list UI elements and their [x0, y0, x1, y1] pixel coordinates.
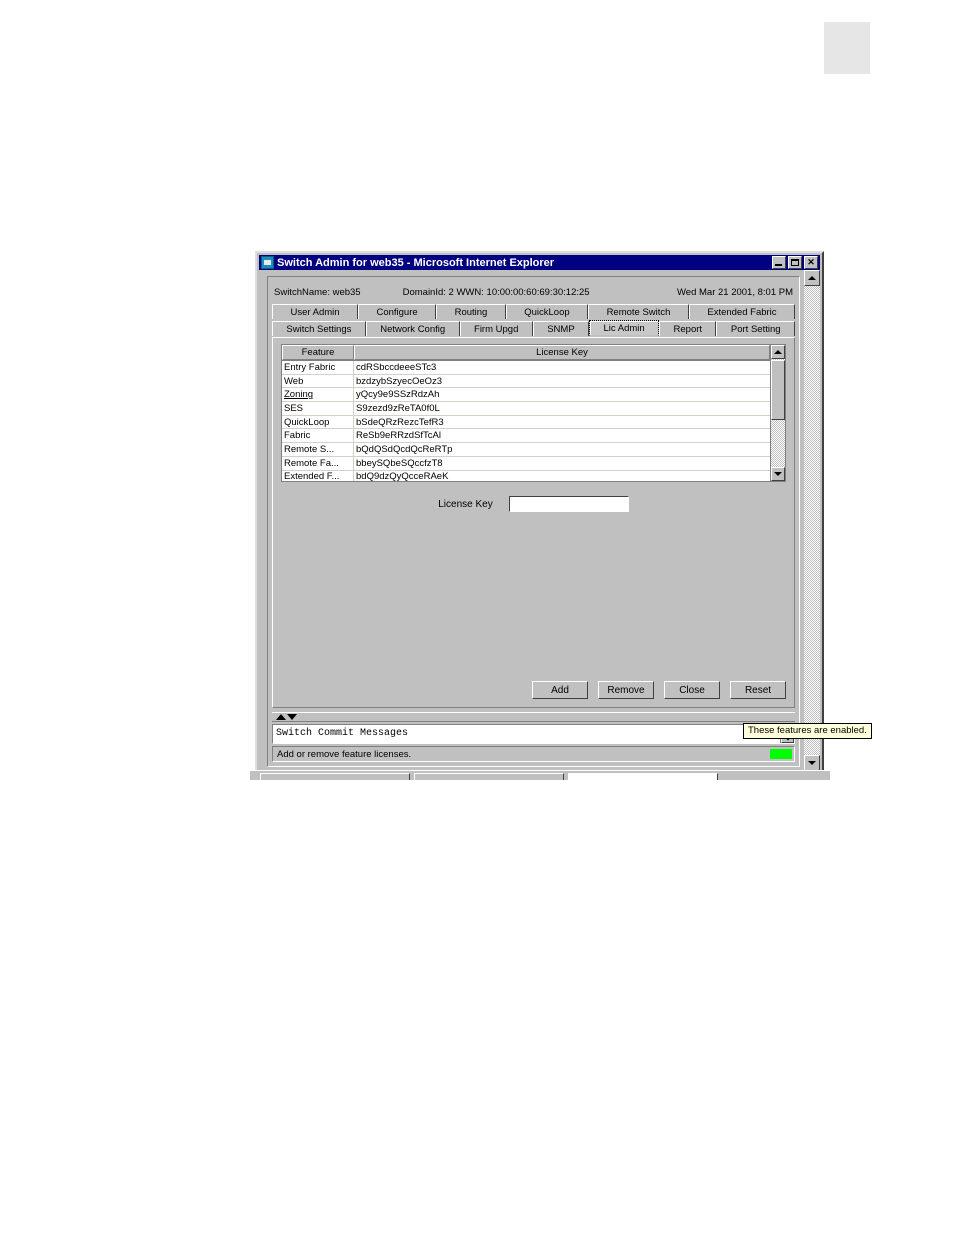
close-icon[interactable]: ✕ — [804, 256, 818, 269]
action-buttons: Add Remove Close Reset — [532, 681, 786, 699]
license-table-scrollbar[interactable] — [770, 345, 785, 481]
table-row[interactable]: Extended F... bdQ9dzQyQcceRAeK — [282, 470, 770, 481]
tab-port-setting[interactable]: Port Setting — [716, 321, 795, 336]
table-row[interactable]: Zoning yQcy9e9SSzRdzAh — [282, 388, 770, 403]
cell-license-key: S9zezd9zReTA0f0L — [356, 402, 440, 414]
switch-admin-applet: SwitchName: web35 DomainId: 2 WWN: 10:00… — [267, 276, 800, 767]
cell-license-key: ReSb9eRRzdSfTcAl — [356, 430, 442, 442]
tab-lic-admin[interactable]: Lic Admin — [589, 320, 660, 336]
datetime-label: Wed Mar 21 2001, 8:01 PM — [677, 286, 793, 298]
table-row[interactable]: Remote S... bQdQSdQcdQcReRTp — [282, 443, 770, 457]
table-scroll-up-icon[interactable] — [771, 345, 785, 359]
table-row[interactable]: Remote Fa... bbeySQbeSQccfzT8 — [282, 456, 770, 471]
tab-routing[interactable]: Routing — [436, 304, 506, 319]
table-row[interactable]: Entry Fabric cdRSbccdeeeSTc3 — [282, 361, 770, 375]
license-rows: Entry Fabric cdRSbccdeeeSTc3 Web bzdzybSzye… — [282, 361, 770, 481]
window-controls: ✕ — [772, 256, 819, 269]
cell-feature: Extended F... — [282, 470, 354, 481]
cell-license-key: bbeySQbeSQccfzT8 — [356, 457, 443, 469]
cell-license-key: bSdeQRzRezcTefR3 — [356, 416, 444, 428]
tab-row-2: Switch Settings Network Config Firm Upgd… — [272, 320, 795, 336]
column-header-license-key[interactable]: License Key — [354, 345, 770, 360]
tab-row-1: User Admin Configure Routing QuickLoop R… — [272, 303, 795, 319]
license-table-body: Feature License Key Entry Fabric cdRSbccd… — [282, 345, 770, 481]
cell-license-key: yQcy9e9SSzRdzAh — [356, 389, 440, 401]
tab-extended-fabric[interactable]: Extended Fabric — [688, 304, 795, 319]
cell-feature: Remote Fa... — [282, 456, 354, 470]
cell-feature: Remote S... — [282, 443, 354, 456]
tab-firm-upgd[interactable]: Firm Upgd — [459, 321, 533, 336]
tab-bar: User Admin Configure Routing QuickLoop R… — [272, 303, 795, 337]
license-key-label: License Key — [438, 498, 493, 510]
status-bar: Add or remove feature licenses. — [272, 746, 795, 762]
license-table: Feature License Key Entry Fabric cdRSbccd… — [281, 344, 786, 482]
switch-name-label: SwitchName: web35 — [274, 286, 361, 298]
cell-feature: Entry Fabric — [282, 361, 354, 374]
minimize-button[interactable] — [772, 256, 786, 269]
cell-feature: SES — [282, 402, 354, 415]
cell-license-key: cdRSbccdeeeSTc3 — [356, 361, 437, 373]
browser-client-area: SwitchName: web35 DomainId: 2 WWN: 10:00… — [259, 270, 820, 771]
tab-switch-settings[interactable]: Switch Settings — [272, 321, 366, 336]
cell-license-key: bQdQSdQcdQcReRTp — [356, 443, 453, 455]
taskbar-item[interactable] — [414, 773, 564, 780]
maximize-button[interactable] — [788, 256, 802, 269]
lic-admin-panel: Feature License Key Entry Fabric cdRSbccd… — [272, 337, 795, 708]
internet-explorer-icon — [261, 256, 274, 269]
column-header-feature[interactable]: Feature — [282, 345, 354, 360]
tab-remote-switch[interactable]: Remote Switch — [588, 304, 689, 319]
tab-report[interactable]: Report — [659, 321, 717, 336]
browser-window: Switch Admin for web35 - Microsoft Inter… — [255, 251, 872, 775]
license-key-input[interactable] — [508, 496, 629, 512]
page-scroll-down-icon[interactable] — [804, 755, 820, 771]
close-button[interactable]: Close — [664, 681, 720, 699]
page-marker — [824, 22, 870, 74]
page-scroll-up-icon[interactable] — [804, 270, 820, 286]
cell-license-key: bdQ9dzQyQcceRAeK — [356, 471, 449, 481]
tab-snmp[interactable]: SNMP — [532, 321, 590, 336]
table-scroll-thumb[interactable] — [771, 360, 785, 420]
reset-button[interactable]: Reset — [730, 681, 786, 699]
remove-button[interactable]: Remove — [598, 681, 654, 699]
domain-wwn-label: DomainId: 2 WWN: 10:00:00:60:69:30:12:25 — [402, 286, 590, 298]
table-row[interactable]: SES S9zezd9zReTA0f0L — [282, 402, 770, 416]
panel-splitter[interactable] — [272, 712, 795, 722]
cell-feature: QuickLoop — [282, 415, 354, 429]
tooltip: These features are enabled. — [743, 723, 872, 739]
page-scrollbar[interactable] — [804, 270, 820, 771]
license-table-header: Feature License Key — [282, 345, 770, 361]
tab-configure[interactable]: Configure — [358, 304, 437, 319]
cell-feature: Zoning — [282, 388, 354, 402]
switch-info-header: SwitchName: web35 DomainId: 2 WWN: 10:00… — [272, 285, 795, 299]
taskbar — [250, 770, 830, 780]
table-row[interactable]: Web bzdzybSzyecOeOz3 — [282, 374, 770, 389]
license-key-row: License Key — [273, 496, 794, 512]
add-button[interactable]: Add — [532, 681, 588, 699]
commit-message-pane[interactable]: Switch Commit Messages — [272, 724, 795, 744]
table-row[interactable]: QuickLoop bSdeQRzRezcTefR3 — [282, 415, 770, 430]
cell-feature: Fabric — [282, 429, 354, 443]
tab-quickloop[interactable]: QuickLoop — [505, 304, 589, 319]
tab-network-config[interactable]: Network Config — [365, 321, 460, 336]
page-scroll-track[interactable] — [804, 286, 820, 755]
status-led-indicator — [770, 749, 792, 759]
tab-user-admin[interactable]: User Admin — [272, 304, 359, 319]
status-text: Add or remove feature licenses. — [277, 748, 412, 760]
cell-license-key: bzdzybSzyecOeOz3 — [356, 375, 443, 387]
cell-feature: Web — [282, 374, 354, 388]
splitter-down-icon[interactable] — [287, 714, 297, 720]
window-title: Switch Admin for web35 - Microsoft Inter… — [277, 256, 555, 269]
window-titlebar[interactable]: Switch Admin for web35 - Microsoft Inter… — [259, 255, 820, 270]
taskbar-item[interactable] — [260, 773, 410, 780]
taskbar-item[interactable] — [568, 773, 718, 780]
table-scroll-down-icon[interactable] — [771, 467, 785, 481]
table-row[interactable]: Fabric ReSb9eRRzdSfTcAl — [282, 429, 770, 444]
commit-message-text: Switch Commit Messages — [276, 728, 409, 739]
splitter-up-icon[interactable] — [276, 714, 286, 720]
